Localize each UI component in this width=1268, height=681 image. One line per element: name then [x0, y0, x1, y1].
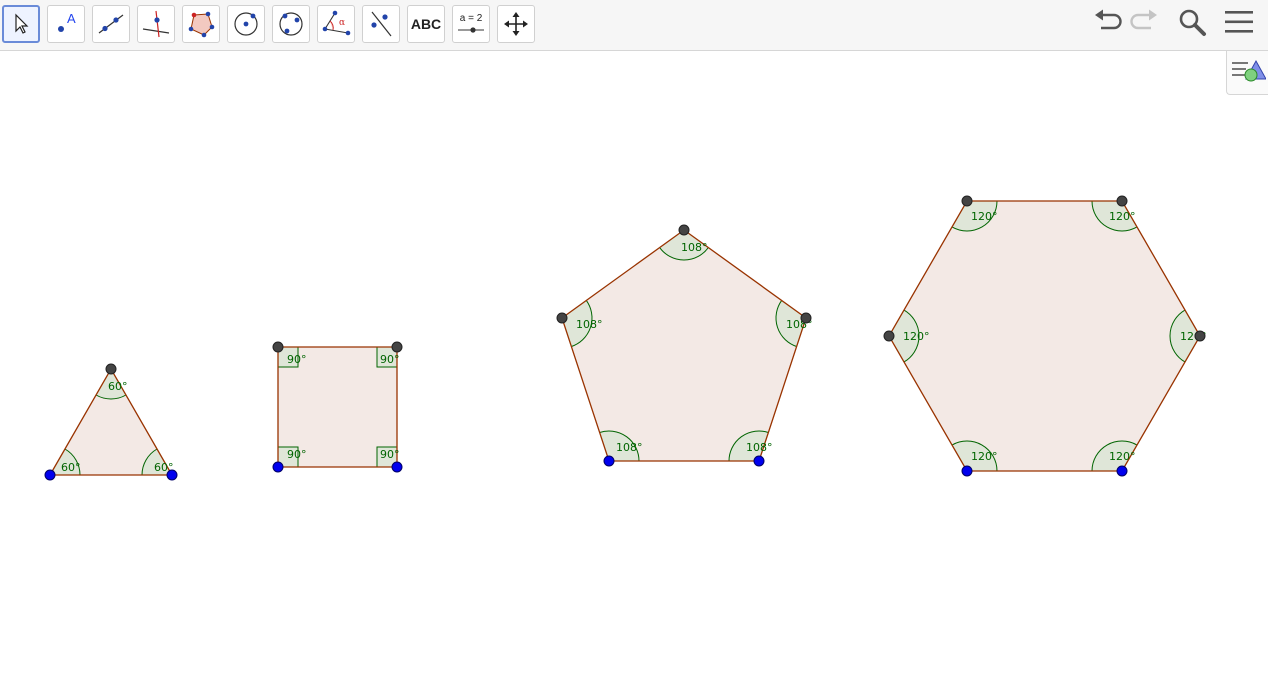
undo-icon	[1092, 9, 1122, 40]
line-tool[interactable]	[92, 5, 130, 43]
hexagon-angle-label: 120°	[971, 450, 998, 463]
hexagon-angle-label: 120°	[1109, 450, 1136, 463]
toolbar: A α ABC a = 2	[0, 0, 1268, 51]
circle-tool[interactable]	[227, 5, 265, 43]
hexagon-vertex-point[interactable]	[1194, 330, 1206, 342]
menu-button[interactable]	[1222, 7, 1256, 41]
hexagon-vertex-point[interactable]	[883, 330, 895, 342]
arrow-cursor-icon	[10, 13, 32, 35]
triangle-angle-label: 60°	[108, 380, 128, 393]
hexagon-angle-label: 120°	[971, 210, 998, 223]
pentagon-angle-label: 108°	[616, 441, 643, 454]
square-free-point[interactable]	[391, 461, 403, 473]
perpendicular-icon	[141, 9, 171, 39]
square-vertex-point[interactable]	[272, 341, 284, 353]
perpendicular-line-tool[interactable]	[137, 5, 175, 43]
angle-tool[interactable]: α	[317, 5, 355, 43]
circle-three-points-icon	[276, 9, 306, 39]
move-graphics-icon	[503, 11, 529, 37]
hexagon-polygon[interactable]	[889, 201, 1200, 471]
square-angle-label: 90°	[287, 353, 307, 366]
redo-icon	[1130, 9, 1160, 40]
pentagon-vertex-point[interactable]	[678, 224, 690, 236]
text-tool[interactable]: ABC	[407, 5, 445, 43]
move-graphics-tool[interactable]	[497, 5, 535, 43]
hexagon-vertex-point[interactable]	[961, 195, 973, 207]
point-icon: A	[52, 10, 80, 38]
circle-center-point-icon	[231, 9, 261, 39]
pentagon-polygon[interactable]	[562, 230, 806, 461]
polygon-tool[interactable]	[182, 5, 220, 43]
svg-text:A: A	[67, 11, 76, 26]
triangle-free-point[interactable]	[44, 469, 56, 481]
triangle-free-point[interactable]	[166, 469, 178, 481]
pentagon-vertex-point[interactable]	[800, 312, 812, 324]
undo-button[interactable]	[1090, 7, 1124, 41]
circle-three-points-tool[interactable]	[272, 5, 310, 43]
slider-tool[interactable]: a = 2	[452, 5, 490, 43]
triangle-angle-label: 60°	[61, 461, 81, 474]
pentagon-free-point[interactable]	[603, 455, 615, 467]
square-free-point[interactable]	[272, 461, 284, 473]
hexagon-free-point[interactable]	[1116, 465, 1128, 477]
text-icon: ABC	[410, 16, 442, 32]
reflect-line-icon	[366, 9, 396, 39]
graphics-view[interactable]: 60° 60° 60° 90° 90° 90° 90° 108° 108° 108° 108° 108…	[0, 52, 1268, 676]
square-vertex-point[interactable]	[391, 341, 403, 353]
pentagon-angle-label: 108°	[681, 241, 708, 254]
move-tool[interactable]	[2, 5, 40, 43]
slider-icon: a = 2	[455, 9, 487, 39]
square-angle-label: 90°	[287, 448, 307, 461]
pentagon-angle-label: 108°	[746, 441, 773, 454]
pentagon-vertex-point[interactable]	[556, 312, 568, 324]
search-button[interactable]	[1175, 7, 1209, 41]
drawing-canvas[interactable]: 60° 60°60°90° 90°90°90°108° 108°108°108°108…	[0, 52, 1268, 676]
pentagon-angle-label: 108°	[576, 318, 603, 331]
hexagon-vertex-point[interactable]	[1116, 195, 1128, 207]
svg-text:α: α	[339, 18, 345, 28]
svg-text:a = 2: a = 2	[460, 13, 483, 24]
redo-button[interactable]	[1128, 7, 1162, 41]
menu-icon	[1224, 9, 1254, 40]
hexagon-free-point[interactable]	[961, 465, 973, 477]
search-icon	[1177, 7, 1207, 42]
point-tool[interactable]: A	[47, 5, 85, 43]
pentagon-free-point[interactable]	[753, 455, 765, 467]
reflect-tool[interactable]	[362, 5, 400, 43]
angle-icon: α	[321, 9, 351, 39]
hexagon-angle-label: 120°	[903, 330, 930, 343]
triangle-vertex-point[interactable]	[105, 363, 117, 375]
hexagon-angle-label: 120°	[1109, 210, 1136, 223]
line-icon	[96, 9, 126, 39]
square-angle-label: 90°	[380, 353, 400, 366]
polygon-icon	[186, 9, 216, 39]
square-angle-label: 90°	[380, 448, 400, 461]
